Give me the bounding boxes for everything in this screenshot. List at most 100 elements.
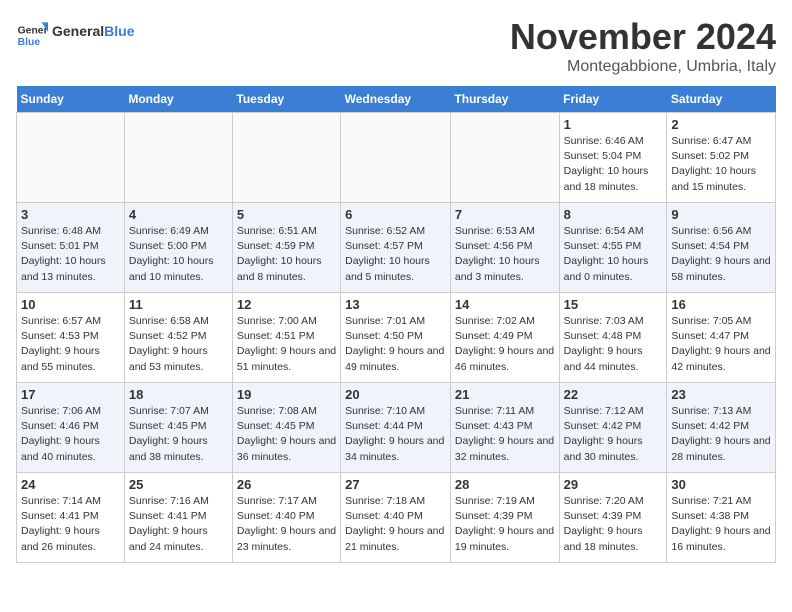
- svg-text:Blue: Blue: [18, 37, 41, 48]
- day-info: Sunrise: 7:13 AM Sunset: 4:42 PM Dayligh…: [671, 404, 771, 465]
- header: General Blue GeneralBlue November 2024 M…: [16, 16, 776, 76]
- calendar-cell: 28 Sunrise: 7:19 AM Sunset: 4:39 PM Dayli…: [450, 473, 559, 563]
- calendar-cell: 10 Sunrise: 6:57 AM Sunset: 4:53 PM Dayli…: [17, 293, 125, 383]
- calendar-cell: 19Sunrise: 7:08 AM Sunset: 4:45 PM Dayli…: [232, 383, 340, 473]
- day-number: 1: [564, 117, 663, 132]
- day-number: 8: [564, 207, 663, 222]
- day-number: 16: [671, 297, 771, 312]
- calendar-cell: [450, 113, 559, 203]
- calendar-cell: 20 Sunrise: 7:10 AM Sunset: 4:44 PM Dayli…: [341, 383, 451, 473]
- calendar-cell: 3 Sunrise: 6:48 AM Sunset: 5:01 PM Daylig…: [17, 203, 125, 293]
- calendar-cell: 27 Sunrise: 7:18 AM Sunset: 4:40 PM Dayli…: [341, 473, 451, 563]
- day-number: 3: [21, 207, 120, 222]
- calendar-cell: 29 Sunrise: 7:20 AM Sunset: 4:39 PM Dayli…: [559, 473, 667, 563]
- calendar-cell: 1 Sunrise: 6:46 AM Sunset: 5:04 PM Daylig…: [559, 113, 667, 203]
- calendar-cell: 15Sunrise: 7:03 AM Sunset: 4:48 PM Dayli…: [559, 293, 667, 383]
- weekday-header-friday: Friday: [559, 86, 667, 113]
- calendar-cell: 23 Sunrise: 7:13 AM Sunset: 4:42 PM Dayli…: [667, 383, 776, 473]
- day-info: Sunrise: 6:51 AM Sunset: 4:59 PM Dayligh…: [237, 224, 336, 285]
- day-info: Sunrise: 7:10 AM Sunset: 4:44 PM Dayligh…: [345, 404, 446, 465]
- weekday-header-monday: Monday: [124, 86, 232, 113]
- day-number: 23: [671, 387, 771, 402]
- calendar-cell: 12 Sunrise: 7:00 AM Sunset: 4:51 PM Dayli…: [232, 293, 340, 383]
- calendar-cell: 30 Sunrise: 7:21 AM Sunset: 4:38 PM Dayli…: [667, 473, 776, 563]
- day-number: 5: [237, 207, 336, 222]
- weekday-header-saturday: Saturday: [667, 86, 776, 113]
- weekday-header-wednesday: Wednesday: [341, 86, 451, 113]
- month-title: November 2024: [510, 16, 776, 58]
- day-info: Sunrise: 6:56 AM Sunset: 4:54 PM Dayligh…: [671, 224, 771, 285]
- day-number: 27: [345, 477, 446, 492]
- day-info: Sunrise: 7:19 AM Sunset: 4:39 PM Dayligh…: [455, 494, 555, 555]
- day-info: Sunrise: 6:57 AM Sunset: 4:53 PM Dayligh…: [21, 314, 120, 375]
- day-info: Sunrise: 6:49 AM Sunset: 5:00 PM Dayligh…: [129, 224, 228, 285]
- calendar-cell: [341, 113, 451, 203]
- day-info: Sunrise: 6:53 AM Sunset: 4:56 PM Dayligh…: [455, 224, 555, 285]
- calendar-cell: 18 Sunrise: 7:07 AM Sunset: 4:45 PM Dayli…: [124, 383, 232, 473]
- logo-icon: General Blue: [16, 16, 48, 48]
- day-number: 29: [564, 477, 663, 492]
- day-info: Sunrise: 7:05 AM Sunset: 4:47 PM Dayligh…: [671, 314, 771, 375]
- day-number: 4: [129, 207, 228, 222]
- day-info: Sunrise: 7:14 AM Sunset: 4:41 PM Dayligh…: [21, 494, 120, 555]
- calendar-cell: 7Sunrise: 6:53 AM Sunset: 4:56 PM Daylig…: [450, 203, 559, 293]
- day-info: Sunrise: 7:07 AM Sunset: 4:45 PM Dayligh…: [129, 404, 228, 465]
- day-number: 22: [564, 387, 663, 402]
- calendar-cell: 13 Sunrise: 7:01 AM Sunset: 4:50 PM Dayli…: [341, 293, 451, 383]
- day-info: Sunrise: 7:00 AM Sunset: 4:51 PM Dayligh…: [237, 314, 336, 375]
- day-info: Sunrise: 7:08 AM Sunset: 4:45 PM Dayligh…: [237, 404, 336, 465]
- day-number: 28: [455, 477, 555, 492]
- day-info: Sunrise: 7:18 AM Sunset: 4:40 PM Dayligh…: [345, 494, 446, 555]
- calendar-cell: 25 Sunrise: 7:16 AM Sunset: 4:41 PM Dayli…: [124, 473, 232, 563]
- day-info: Sunrise: 6:54 AM Sunset: 4:55 PM Dayligh…: [564, 224, 663, 285]
- calendar-cell: 16 Sunrise: 7:05 AM Sunset: 4:47 PM Dayli…: [667, 293, 776, 383]
- day-number: 25: [129, 477, 228, 492]
- day-number: 12: [237, 297, 336, 312]
- day-number: 30: [671, 477, 771, 492]
- calendar-cell: [17, 113, 125, 203]
- logo: General Blue GeneralBlue: [16, 16, 134, 48]
- day-number: 20: [345, 387, 446, 402]
- calendar-cell: 17 Sunrise: 7:06 AM Sunset: 4:46 PM Dayli…: [17, 383, 125, 473]
- day-number: 14: [455, 297, 555, 312]
- day-number: 24: [21, 477, 120, 492]
- day-info: Sunrise: 7:16 AM Sunset: 4:41 PM Dayligh…: [129, 494, 228, 555]
- calendar-cell: [124, 113, 232, 203]
- day-info: Sunrise: 7:17 AM Sunset: 4:40 PM Dayligh…: [237, 494, 336, 555]
- calendar-cell: 26Sunrise: 7:17 AM Sunset: 4:40 PM Dayli…: [232, 473, 340, 563]
- svg-text:General: General: [18, 26, 48, 37]
- day-info: Sunrise: 7:01 AM Sunset: 4:50 PM Dayligh…: [345, 314, 446, 375]
- calendar-cell: [232, 113, 340, 203]
- day-info: Sunrise: 7:12 AM Sunset: 4:42 PM Dayligh…: [564, 404, 663, 465]
- day-info: Sunrise: 6:52 AM Sunset: 4:57 PM Dayligh…: [345, 224, 446, 285]
- day-number: 13: [345, 297, 446, 312]
- day-info: Sunrise: 6:58 AM Sunset: 4:52 PM Dayligh…: [129, 314, 228, 375]
- day-number: 17: [21, 387, 120, 402]
- day-info: Sunrise: 7:20 AM Sunset: 4:39 PM Dayligh…: [564, 494, 663, 555]
- day-info: Sunrise: 7:03 AM Sunset: 4:48 PM Dayligh…: [564, 314, 663, 375]
- day-info: Sunrise: 7:21 AM Sunset: 4:38 PM Dayligh…: [671, 494, 771, 555]
- calendar-cell: 8 Sunrise: 6:54 AM Sunset: 4:55 PM Daylig…: [559, 203, 667, 293]
- day-number: 11: [129, 297, 228, 312]
- day-info: Sunrise: 6:48 AM Sunset: 5:01 PM Dayligh…: [21, 224, 120, 285]
- day-info: Sunrise: 7:02 AM Sunset: 4:49 PM Dayligh…: [455, 314, 555, 375]
- day-number: 21: [455, 387, 555, 402]
- day-number: 2: [671, 117, 771, 132]
- calendar-cell: 9 Sunrise: 6:56 AM Sunset: 4:54 PM Daylig…: [667, 203, 776, 293]
- day-number: 10: [21, 297, 120, 312]
- day-info: Sunrise: 7:06 AM Sunset: 4:46 PM Dayligh…: [21, 404, 120, 465]
- title-area: November 2024 Montegabbione, Umbria, Ita…: [510, 16, 776, 76]
- weekday-header-sunday: Sunday: [17, 86, 125, 113]
- calendar-cell: 11 Sunrise: 6:58 AM Sunset: 4:52 PM Dayli…: [124, 293, 232, 383]
- calendar-cell: 22 Sunrise: 7:12 AM Sunset: 4:42 PM Dayli…: [559, 383, 667, 473]
- calendar-cell: 5 Sunrise: 6:51 AM Sunset: 4:59 PM Daylig…: [232, 203, 340, 293]
- logo-blue: Blue: [104, 23, 134, 39]
- calendar-cell: 6Sunrise: 6:52 AM Sunset: 4:57 PM Daylig…: [341, 203, 451, 293]
- calendar-cell: 21Sunrise: 7:11 AM Sunset: 4:43 PM Dayli…: [450, 383, 559, 473]
- calendar-cell: 14 Sunrise: 7:02 AM Sunset: 4:49 PM Dayli…: [450, 293, 559, 383]
- weekday-header-thursday: Thursday: [450, 86, 559, 113]
- day-number: 9: [671, 207, 771, 222]
- day-info: Sunrise: 6:46 AM Sunset: 5:04 PM Dayligh…: [564, 134, 663, 195]
- day-number: 18: [129, 387, 228, 402]
- weekday-header-tuesday: Tuesday: [232, 86, 340, 113]
